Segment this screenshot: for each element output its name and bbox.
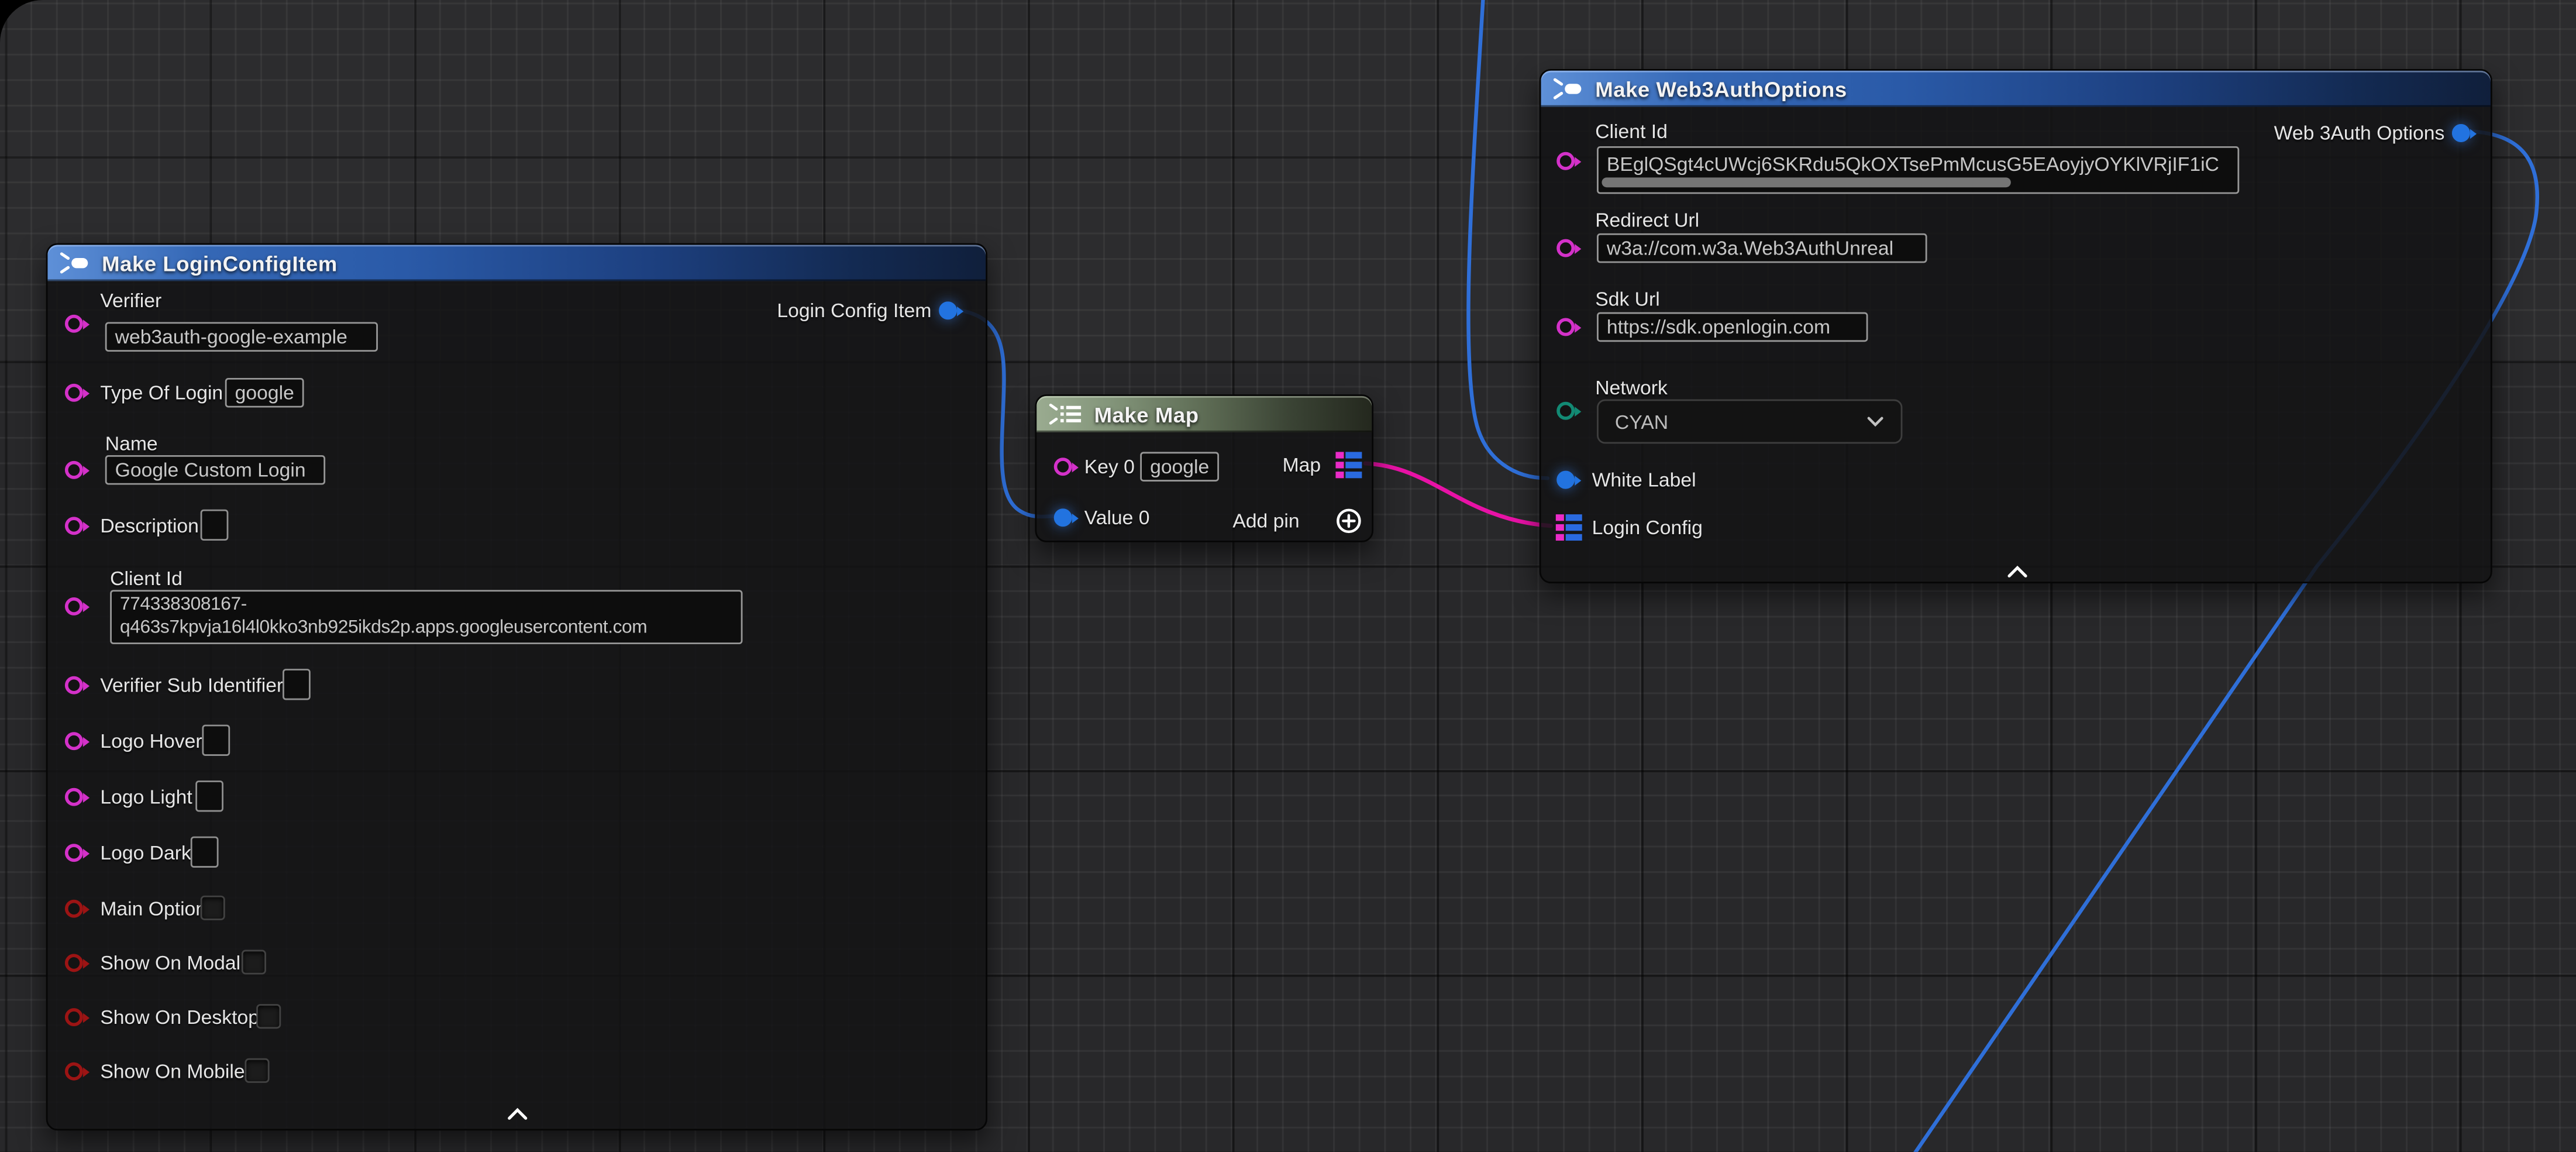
pin-label-logo-dark: Logo Dark <box>100 841 191 864</box>
collapse-node-chevron-icon[interactable] <box>506 1108 529 1120</box>
show-on-mobile-checkbox[interactable] <box>244 1058 269 1083</box>
verifier-input[interactable]: web3auth-google-example <box>105 322 378 352</box>
pin-label-value-0: Value 0 <box>1084 506 1150 529</box>
pin-label-login-config-item: Login Config Item <box>777 299 931 322</box>
pin-network[interactable] <box>1556 402 1575 420</box>
description-input[interactable] <box>201 510 229 541</box>
pin-label-logo-light: Logo Light <box>100 786 192 809</box>
pin-label-verifier-sub-identifier: Verifier Sub Identifier <box>100 674 283 697</box>
pin-show-on-desktop[interactable] <box>65 1008 83 1026</box>
show-on-desktop-checkbox[interactable] <box>256 1004 281 1029</box>
pin-label-redirect-url: Redirect Url <box>1595 209 1699 232</box>
pin-sdk-url[interactable] <box>1556 318 1575 336</box>
pin-login-config[interactable] <box>1556 514 1582 541</box>
pin-label-show-on-desktop: Show On Desktop <box>100 1006 259 1029</box>
key-0-input[interactable]: google <box>1140 452 1219 482</box>
wire-top-to-whitelabel <box>1468 0 1547 478</box>
pin-login-config-item-output[interactable] <box>939 301 957 319</box>
pin-label-main-option: Main Option <box>100 897 206 920</box>
pin-label-show-on-mobile: Show On Mobile <box>100 1060 244 1083</box>
client-id-input[interactable]: 774338308167- q463s7kpvja16l4l0kko3nb925… <box>110 590 742 644</box>
pin-verifier[interactable] <box>65 315 83 333</box>
pin-white-label[interactable] <box>1556 471 1575 489</box>
pin-web3auth-options-output[interactable] <box>2452 124 2470 142</box>
add-pin-label[interactable]: Add pin <box>1232 510 1299 532</box>
show-on-modal-checkbox[interactable] <box>242 950 266 974</box>
redirect-url-input[interactable]: w3a://com.w3a.Web3AuthUnreal <box>1597 233 1927 263</box>
sdk-url-input[interactable]: https://sdk.openlogin.com <box>1597 312 1868 342</box>
pin-label-login-config: Login Config <box>1592 516 1703 539</box>
pin-map-output[interactable] <box>1335 452 1362 478</box>
chevron-down-icon <box>1866 416 1885 428</box>
pin-label-network: Network <box>1595 376 1668 399</box>
make-struct-icon <box>59 252 92 274</box>
name-input[interactable]: Google Custom Login <box>105 455 325 485</box>
node-header-make-web3authoptions[interactable]: Make Web3AuthOptions <box>1541 71 2491 107</box>
pin-value-0[interactable] <box>1054 508 1072 527</box>
make-map-icon <box>1048 403 1084 425</box>
logo-light-input[interactable] <box>195 780 223 811</box>
collapse-node-chevron-icon[interactable] <box>2006 565 2029 578</box>
pin-key-0[interactable] <box>1054 458 1072 476</box>
node-header-make-map[interactable]: Make Map <box>1036 396 1372 432</box>
pin-label-type-of-login: Type Of Login <box>100 381 223 404</box>
make-struct-icon <box>1552 77 1585 100</box>
pin-label-client-id: Client Id <box>1595 120 1668 143</box>
pin-type-of-login[interactable] <box>65 384 83 402</box>
node-title: Make Web3AuthOptions <box>1595 77 1847 101</box>
pin-client-id[interactable] <box>1556 152 1575 170</box>
main-option-checkbox[interactable] <box>201 896 225 920</box>
pin-label-client-id: Client Id <box>110 567 182 590</box>
node-make-map[interactable]: Make Map Key 0 google Map Value 0 Add pi… <box>1035 394 1373 542</box>
pin-label-name: Name <box>105 432 158 455</box>
logo-hover-input[interactable] <box>202 725 230 756</box>
pin-show-on-modal[interactable] <box>65 954 83 972</box>
pin-client-id[interactable] <box>65 597 83 615</box>
pin-label-map-output: Map <box>1283 453 1321 476</box>
verifier-sub-identifier-input[interactable] <box>283 669 311 700</box>
pin-verifier-sub-identifier[interactable] <box>65 676 83 694</box>
pin-label-description: Description <box>100 514 199 537</box>
pin-show-on-mobile[interactable] <box>65 1062 83 1081</box>
pin-description[interactable] <box>65 517 83 535</box>
logo-dark-input[interactable] <box>191 837 219 868</box>
pin-label-key-0: Key 0 <box>1084 455 1135 478</box>
pin-main-option[interactable] <box>65 900 83 918</box>
node-make-web3authoptions[interactable]: Make Web3AuthOptions Client Id BEglQSgt4… <box>1540 69 2492 583</box>
client-id-horizontal-scrollbar[interactable] <box>1602 177 2010 187</box>
pin-name[interactable] <box>65 461 83 479</box>
pin-label-logo-hover: Logo Hover <box>100 730 202 752</box>
node-title: Make Map <box>1094 402 1199 427</box>
network-dropdown-value: CYAN <box>1615 410 1668 433</box>
blueprint-graph-canvas[interactable]: Make LoginConfigItem Verifier web3auth-g… <box>0 0 2576 1152</box>
node-header-make-loginconfigitem[interactable]: Make LoginConfigItem <box>47 245 986 281</box>
node-make-loginconfigitem[interactable]: Make LoginConfigItem Verifier web3auth-g… <box>46 243 987 1131</box>
pin-redirect-url[interactable] <box>1556 239 1575 257</box>
pin-label-sdk-url: Sdk Url <box>1595 288 1660 311</box>
pin-label-web3auth-options-output: Web 3Auth Options <box>2274 122 2445 145</box>
type-of-login-input[interactable]: google <box>225 378 304 408</box>
pin-logo-hover[interactable] <box>65 732 83 750</box>
pin-logo-light[interactable] <box>65 788 83 806</box>
add-pin-icon[interactable] <box>1335 508 1362 534</box>
pin-label-show-on-modal: Show On Modal <box>100 951 240 974</box>
node-title: Make LoginConfigItem <box>102 250 338 275</box>
pin-label-verifier: Verifier <box>100 289 161 312</box>
network-dropdown[interactable]: CYAN <box>1597 400 1902 444</box>
pin-logo-dark[interactable] <box>65 844 83 862</box>
pin-label-white-label: White Label <box>1592 468 1696 491</box>
